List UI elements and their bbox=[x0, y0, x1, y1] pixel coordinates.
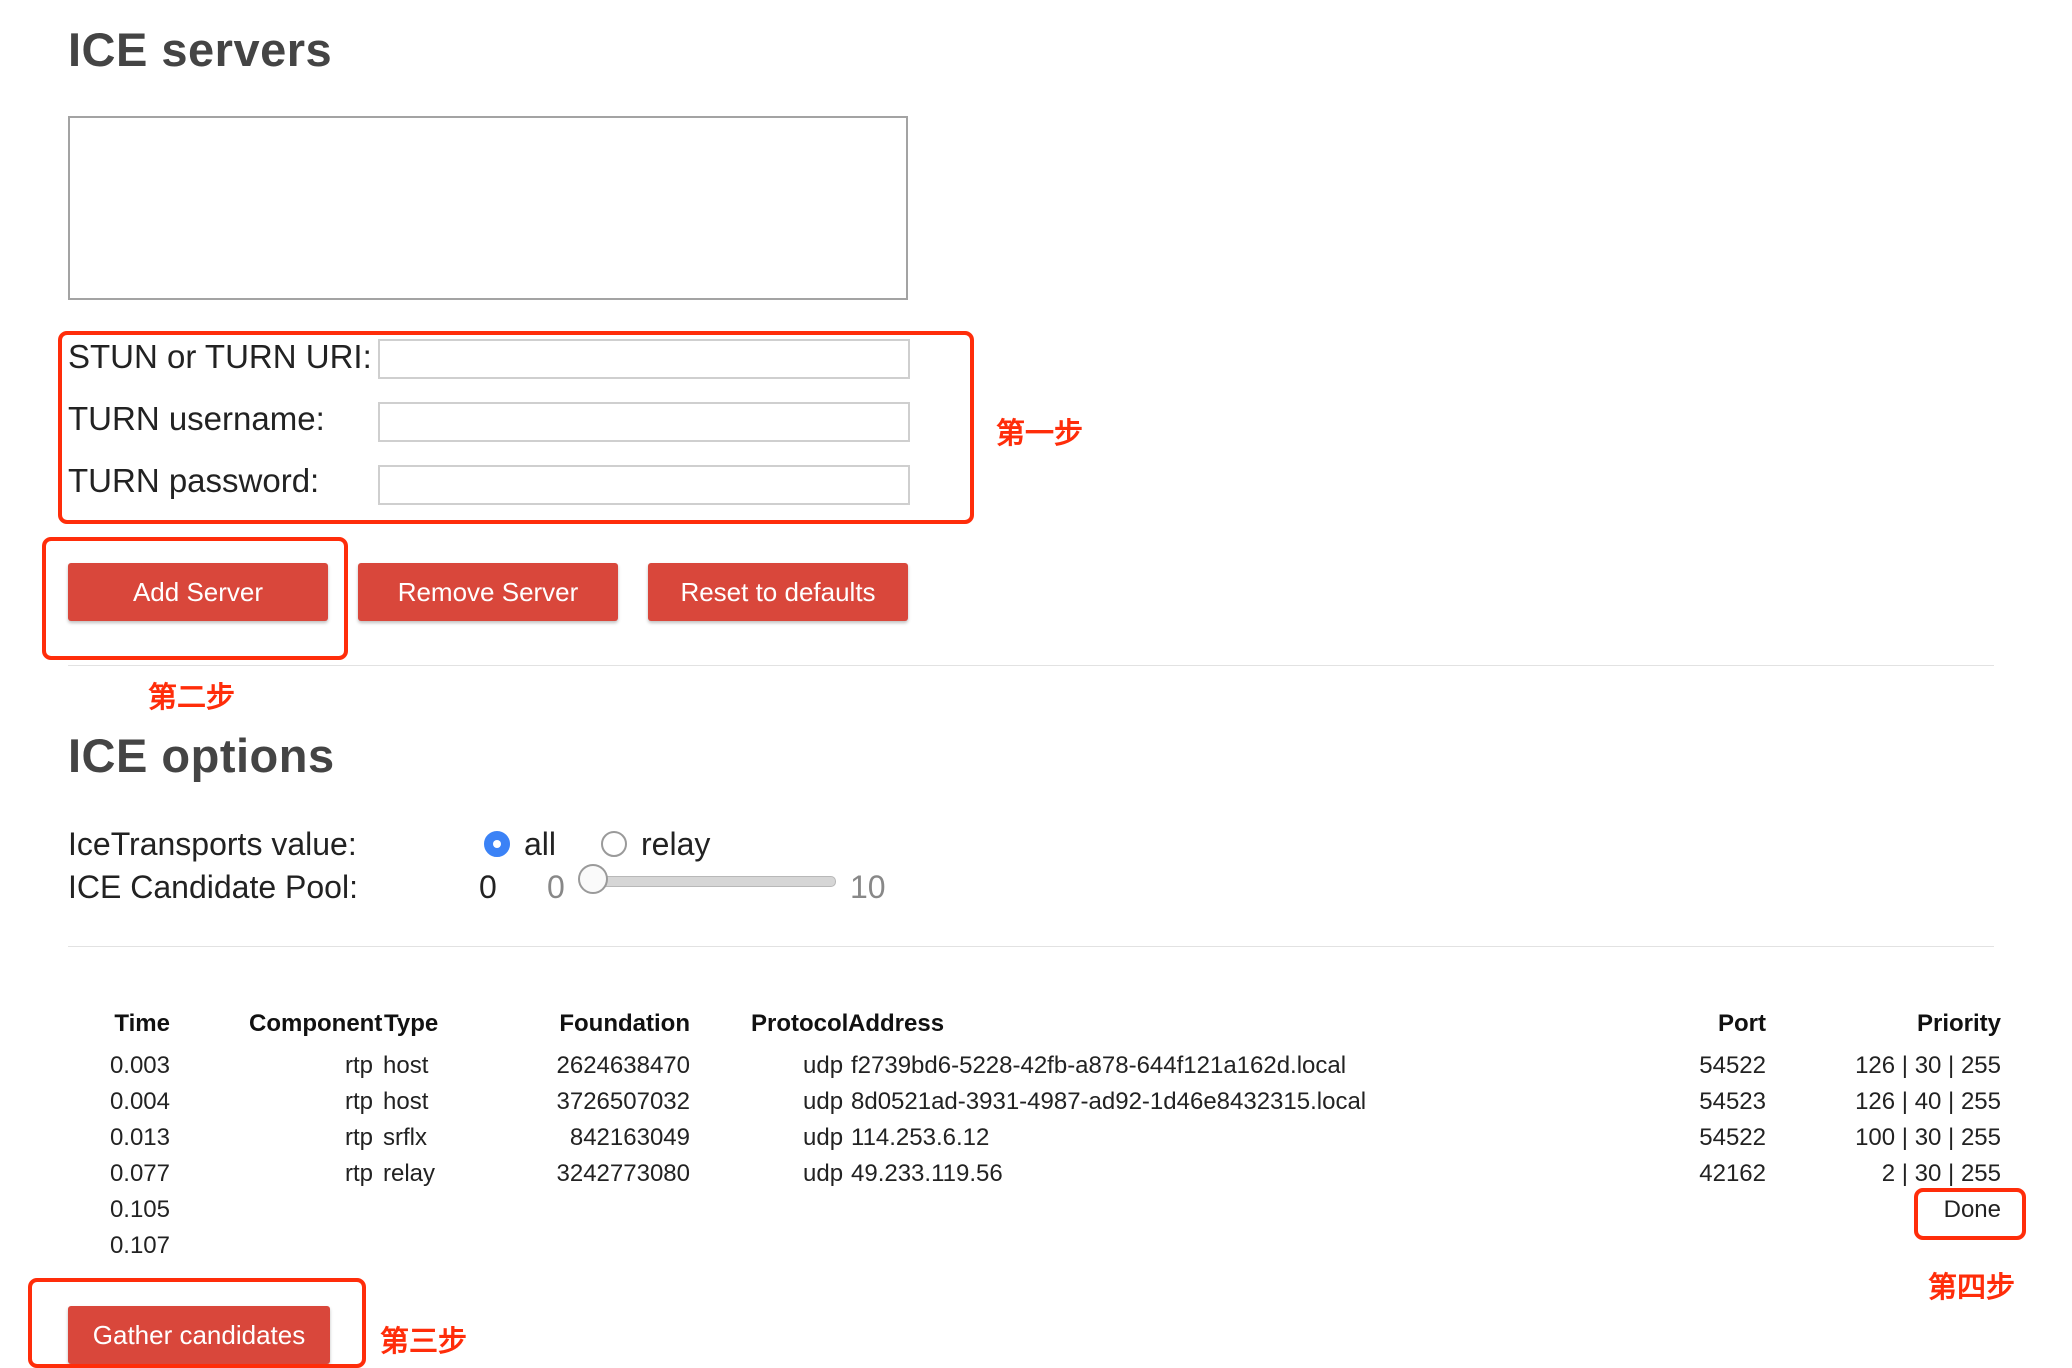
table-row-type: srflx bbox=[383, 1124, 427, 1151]
section-divider bbox=[68, 665, 1994, 666]
header-address: Address bbox=[848, 1010, 945, 1037]
header-time: Time bbox=[114, 1010, 170, 1037]
table-row-priority: 126 | 40 | 255 bbox=[1855, 1088, 2001, 1115]
step4-annotation: 第四步 bbox=[1928, 1272, 2016, 1304]
header-type: Type bbox=[384, 1010, 439, 1037]
table-row-protocol: udp bbox=[803, 1088, 844, 1115]
radio-all-label: all bbox=[524, 826, 557, 862]
table-row-address: f2739bd6-5228-42fb-a878-644f121a162d.loc… bbox=[851, 1052, 1347, 1079]
table-row-port: 54523 bbox=[1699, 1088, 1766, 1115]
table-row-foundation: 2624638470 bbox=[556, 1052, 690, 1079]
table-row-time: 0.003 bbox=[109, 1052, 170, 1079]
pool-slider-track[interactable] bbox=[584, 876, 836, 887]
step2-highlight-box bbox=[42, 537, 348, 660]
pool-min-label: 0 bbox=[547, 869, 565, 905]
header-protocol: Protocol bbox=[751, 1010, 849, 1037]
pool-value: 0 bbox=[479, 869, 497, 905]
header-port: Port bbox=[1718, 1010, 1766, 1037]
ice-candidate-pool-label: ICE Candidate Pool: bbox=[68, 869, 358, 905]
table-row-address: 49.233.119.56 bbox=[851, 1160, 1003, 1187]
table-row-port: 42162 bbox=[1699, 1160, 1766, 1187]
table-row-component: rtp bbox=[345, 1088, 374, 1115]
table-row-time: 0.077 bbox=[109, 1160, 170, 1187]
table-row-time: 0.107 bbox=[109, 1232, 170, 1259]
step1-annotation: 第一步 bbox=[996, 418, 1084, 450]
table-row-priority: 100 | 30 | 255 bbox=[1855, 1124, 2001, 1151]
table-row-foundation: 842163049 bbox=[569, 1124, 690, 1151]
table-row-type: relay bbox=[383, 1160, 436, 1187]
options-divider bbox=[68, 946, 1994, 947]
ice-transports-label: IceTransports value: bbox=[68, 826, 357, 862]
radio-all[interactable] bbox=[484, 831, 510, 857]
table-row-foundation: 3726507032 bbox=[556, 1088, 690, 1115]
table-row-type: host bbox=[383, 1052, 429, 1079]
remove-server-button[interactable]: Remove Server bbox=[358, 563, 618, 621]
reset-defaults-button[interactable]: Reset to defaults bbox=[648, 563, 908, 621]
table-row-component: rtp bbox=[345, 1052, 374, 1079]
table-row-component: rtp bbox=[345, 1160, 374, 1187]
server-list-box[interactable] bbox=[68, 116, 908, 300]
step3-annotation: 第三步 bbox=[380, 1326, 468, 1358]
header-component: Component bbox=[249, 1010, 383, 1037]
table-row-port: 54522 bbox=[1699, 1052, 1766, 1079]
table-row-protocol: udp bbox=[803, 1052, 844, 1079]
radio-relay[interactable] bbox=[601, 831, 627, 857]
table-row-priority: 2 | 30 | 255 bbox=[1881, 1160, 2001, 1187]
table-row-type: host bbox=[383, 1088, 429, 1115]
header-foundation: Foundation bbox=[559, 1010, 690, 1037]
ice-options-title: ICE options bbox=[68, 729, 335, 782]
ice-servers-title: ICE servers bbox=[68, 23, 333, 76]
table-row-protocol: udp bbox=[803, 1124, 844, 1151]
table-row-priority: 126 | 30 | 255 bbox=[1855, 1052, 2001, 1079]
pool-max-label: 10 bbox=[850, 869, 886, 905]
table-row-port: 54522 bbox=[1699, 1124, 1766, 1151]
radio-relay-label: relay bbox=[641, 826, 711, 862]
step4-highlight-box bbox=[1914, 1188, 2026, 1240]
header-priority: Priority bbox=[1916, 1010, 2001, 1037]
table-row-protocol: udp bbox=[803, 1160, 844, 1187]
table-row-time: 0.013 bbox=[109, 1124, 170, 1151]
table-row-time: 0.004 bbox=[109, 1088, 170, 1115]
pool-slider-thumb[interactable] bbox=[578, 864, 608, 894]
step2-annotation: 第二步 bbox=[148, 682, 236, 714]
step1-highlight-box bbox=[58, 331, 974, 524]
table-row-address: 114.253.6.12 bbox=[851, 1124, 990, 1151]
table-row-foundation: 3242773080 bbox=[556, 1160, 690, 1187]
step3-highlight-box bbox=[28, 1278, 366, 1368]
table-row-component: rtp bbox=[345, 1124, 374, 1151]
table-row-time: 0.105 bbox=[109, 1196, 170, 1223]
table-row-address: 8d0521ad-3931-4987-ad92-1d46e8432315.loc… bbox=[851, 1088, 1367, 1115]
